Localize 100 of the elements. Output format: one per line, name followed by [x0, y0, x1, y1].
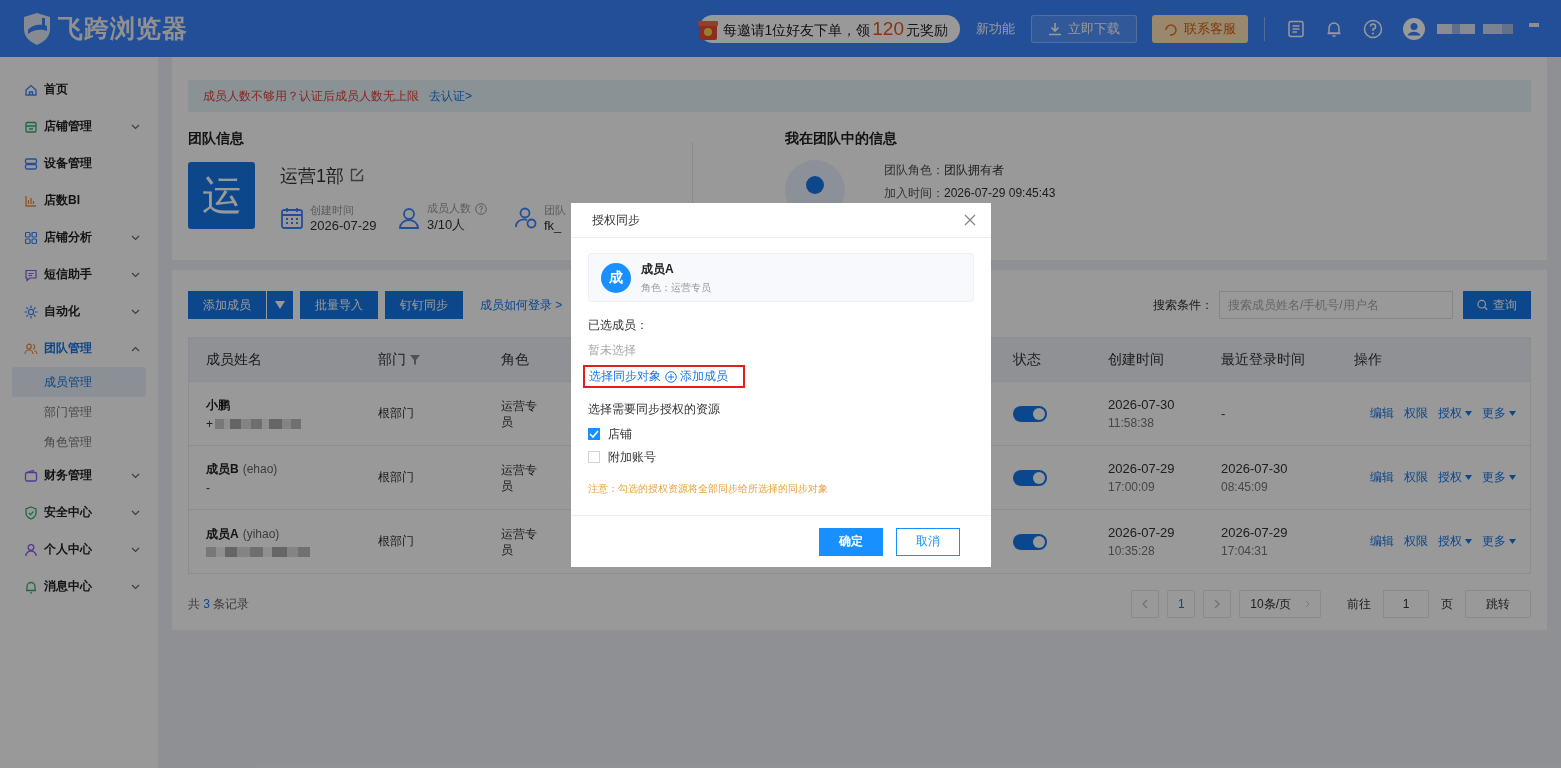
table-cell-text: 根部门: [377, 469, 415, 486]
plus-circle-icon: [665, 370, 677, 383]
column-header: 状态: [1013, 350, 1041, 369]
action-link[interactable]: 编辑: [1370, 405, 1394, 422]
support-button[interactable]: 联系客服: [1152, 14, 1248, 43]
toolbar-button[interactable]: 钉钉同步: [385, 291, 463, 319]
nav-item[interactable]: 个人中心: [0, 531, 158, 568]
table-cell-text: 根部门: [377, 405, 415, 422]
wallet-icon: [24, 468, 38, 483]
app-logo-text: 飞跨浏览器: [58, 13, 188, 44]
nav-item[interactable]: 自动化: [0, 293, 158, 330]
page-number-field[interactable]: 1: [1383, 590, 1429, 618]
nav-subitem[interactable]: 角色管理: [12, 427, 146, 457]
checkbox-label: 附加账号: [608, 448, 656, 466]
search-icon: [1477, 298, 1488, 312]
action-link[interactable]: 授权: [1438, 533, 1472, 550]
promo-banner[interactable]: 每邀请1位好友下单，领 120 元奖励: [698, 14, 960, 43]
action-link[interactable]: 授权: [1438, 469, 1472, 486]
action-link[interactable]: 权限: [1404, 405, 1428, 422]
page-unit-label: 页: [1441, 595, 1453, 613]
verify-link[interactable]: 去认证>: [429, 87, 472, 105]
action-link[interactable]: 权限: [1404, 533, 1428, 550]
nav-item[interactable]: 短信助手: [0, 256, 158, 293]
nav-subitem[interactable]: 成员管理: [12, 367, 146, 397]
toolbar-button[interactable]: 批量导入: [300, 291, 378, 319]
search-label: 搜索条件：: [1153, 296, 1213, 314]
nav-item[interactable]: 安全中心: [0, 494, 158, 531]
add-member-button[interactable]: 添加成员: [188, 291, 266, 319]
query-button[interactable]: 查询: [1463, 291, 1531, 319]
column-header: 部门: [378, 350, 406, 369]
action-link[interactable]: 更多: [1482, 533, 1516, 550]
time-text: 11:58:38: [1108, 416, 1155, 430]
nav-subitem[interactable]: 部门管理: [12, 397, 146, 427]
edit-icon[interactable]: [350, 168, 364, 182]
nav-item[interactable]: 首页: [0, 71, 158, 108]
dash-icon[interactable]: [1529, 22, 1539, 27]
select-target-link[interactable]: 选择同步对象: [589, 368, 661, 385]
action-link[interactable]: 更多: [1482, 469, 1516, 486]
team-avatar: 运: [188, 162, 255, 229]
time-text: 17:00:09: [1108, 480, 1156, 494]
nav-item[interactable]: 团队管理: [0, 330, 158, 367]
member-contact: -: [206, 480, 210, 495]
help-icon: [475, 202, 487, 215]
nav-item[interactable]: 店铺分析: [0, 219, 158, 256]
grid-icon: [24, 230, 38, 245]
caret-down-icon: [275, 301, 285, 309]
page-button[interactable]: 1: [1167, 590, 1196, 618]
download-icon: [1048, 21, 1062, 36]
document-icon[interactable]: [1287, 19, 1305, 38]
table-cell-text: 运营专员: [501, 397, 538, 430]
checkbox[interactable]: [588, 428, 600, 440]
chevron-right-icon: [1214, 599, 1221, 609]
nav-item[interactable]: 店铺管理: [0, 108, 158, 145]
calendar-icon: [280, 205, 304, 230]
page-size-select[interactable]: 10条/页: [1239, 590, 1321, 618]
table-cell-text: 运营专员: [501, 461, 538, 494]
action-link[interactable]: 授权: [1438, 405, 1472, 422]
action-link[interactable]: 编辑: [1370, 469, 1394, 486]
chevron-right-icon: [1305, 600, 1310, 608]
member-name: 成员A: [206, 525, 239, 543]
chat-icon: [24, 267, 38, 282]
bell-icon[interactable]: [1325, 19, 1343, 38]
cancel-button[interactable]: 取消: [896, 527, 960, 556]
login-help-link[interactable]: 成员如何登录 >: [480, 296, 563, 314]
status-toggle[interactable]: [1013, 469, 1047, 486]
record-count: 共 3 条记录: [188, 595, 250, 613]
nav-item[interactable]: 消息中心: [0, 568, 158, 605]
column-header: 操作: [1354, 350, 1382, 369]
notice-text: 成员人数不够用？认证后成员人数无上限: [203, 87, 419, 105]
status-toggle[interactable]: [1013, 533, 1047, 550]
date-text: -: [1221, 406, 1227, 421]
close-icon[interactable]: [964, 214, 976, 226]
action-link[interactable]: 权限: [1404, 469, 1428, 486]
member-name: 成员A: [641, 260, 675, 278]
help-icon[interactable]: [1363, 18, 1383, 39]
stat-value: fk_: [544, 217, 563, 233]
stat-value: 3/10人: [427, 216, 467, 234]
goto-label: 前往: [1347, 595, 1371, 613]
column-header: 最近登录时间: [1221, 350, 1305, 369]
field-label: 选择需要同步授权的资源: [588, 401, 721, 418]
status-toggle[interactable]: [1013, 405, 1047, 422]
stat-label: 团队: [544, 202, 566, 218]
jump-button[interactable]: 跳转: [1465, 590, 1531, 618]
users-icon: [24, 341, 38, 356]
filter-icon[interactable]: [410, 355, 420, 365]
dropdown-button[interactable]: [267, 291, 293, 319]
nav-item[interactable]: 店数BI: [0, 182, 158, 219]
bar-chart-icon: [24, 193, 38, 208]
action-link[interactable]: 编辑: [1370, 533, 1394, 550]
member-avatar: 成: [601, 262, 631, 293]
user-avatar-icon[interactable]: [1403, 17, 1425, 40]
confirm-button[interactable]: 确定: [819, 527, 883, 556]
new-feature-link[interactable]: 新功能: [976, 19, 1015, 38]
nav-item[interactable]: 财务管理: [0, 457, 158, 494]
nav-item[interactable]: 设备管理: [0, 145, 158, 182]
field-value: 团队拥有者: [944, 163, 1004, 177]
add-member-link[interactable]: 添加成员: [665, 368, 728, 385]
action-link[interactable]: 更多: [1482, 405, 1516, 422]
member-username: (ehao): [242, 461, 278, 476]
user-badge-icon: [514, 205, 538, 230]
